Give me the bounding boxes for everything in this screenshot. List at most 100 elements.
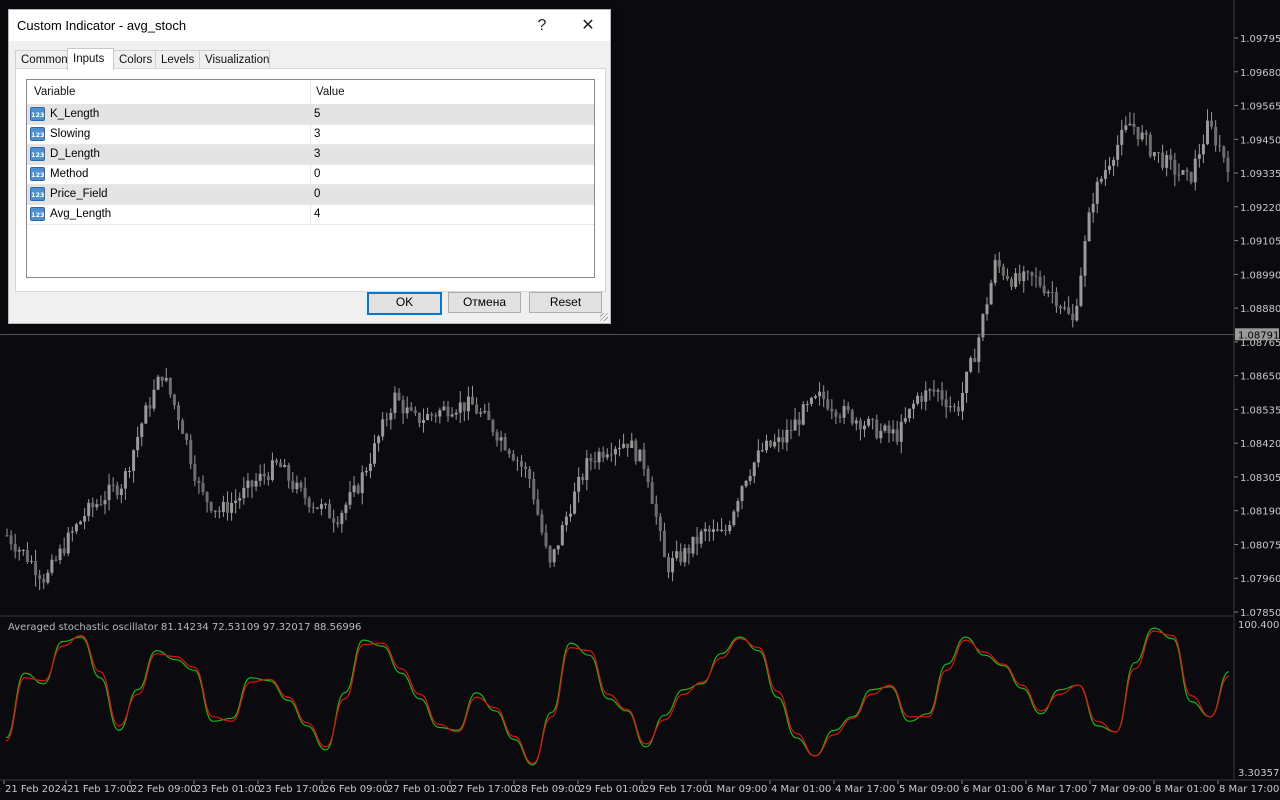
candle-body [1079, 275, 1083, 306]
candle-body [1181, 170, 1185, 175]
candle-body [1059, 306, 1062, 309]
tab-visualization[interactable]: Visualization [199, 50, 270, 69]
candle-body [25, 549, 29, 562]
candle-body [687, 548, 691, 554]
candle-body [397, 392, 401, 400]
candle-body [217, 510, 221, 512]
candle-body [1140, 132, 1144, 140]
variable-value[interactable]: 3 [314, 148, 320, 160]
candle-body [528, 469, 532, 479]
candle-body [393, 392, 397, 413]
table-row[interactable]: 123 Method 0 [27, 165, 594, 185]
ok-button[interactable]: OK [367, 292, 442, 315]
candle-body [936, 390, 940, 392]
variable-name: K_Length [50, 108, 100, 120]
close-button[interactable]: ✕ [577, 15, 599, 37]
candle-body [581, 476, 585, 481]
table-row[interactable]: 123 Slowing 3 [27, 125, 594, 145]
candle-body [1108, 165, 1111, 171]
candle-body [1120, 129, 1124, 145]
candle-body [724, 529, 728, 532]
variable-value[interactable]: 4 [314, 208, 320, 220]
candle-body [948, 406, 952, 408]
candle-body [707, 528, 711, 532]
reset-button[interactable]: Reset [529, 292, 602, 313]
candle-body [1071, 313, 1075, 321]
candle-body [287, 465, 291, 481]
price-tick-label: 1.08535 [1240, 405, 1280, 416]
tab-levels[interactable]: Levels [155, 50, 200, 69]
candle-body [413, 410, 417, 413]
candle-body [1210, 120, 1214, 127]
table-row[interactable]: 123 Avg_Length 4 [27, 205, 594, 225]
candle-body [850, 410, 854, 424]
candle-body [662, 530, 666, 558]
resize-grip-icon[interactable] [600, 313, 608, 321]
candle-body [438, 410, 442, 417]
candle-body [193, 464, 197, 481]
candle-body [891, 429, 895, 434]
candle-body [809, 397, 813, 404]
candle-body [944, 399, 948, 408]
candle-body [720, 529, 724, 531]
current-price-label: 1.08791 [1238, 330, 1279, 341]
candle-body [654, 503, 658, 517]
tab-inputs[interactable]: Inputs [67, 48, 114, 70]
tab-common[interactable]: Common [15, 50, 68, 69]
price-tick-label: 1.08190 [1240, 507, 1280, 518]
candle-body [270, 460, 274, 480]
candle-body [1161, 152, 1165, 168]
variable-value[interactable]: 3 [314, 128, 320, 140]
candle-body [91, 502, 95, 508]
variable-value[interactable]: 0 [314, 168, 320, 180]
column-value[interactable]: Value [316, 86, 345, 98]
candle-body [520, 461, 523, 467]
column-variable[interactable]: Variable [34, 86, 75, 98]
candle-body [507, 450, 511, 455]
candle-body [1112, 159, 1116, 166]
help-button[interactable]: ? [531, 15, 553, 37]
candle-body [324, 503, 327, 505]
candle-body [748, 476, 752, 481]
candle-body [752, 462, 756, 477]
dialog-titlebar[interactable]: Custom Indicator - avg_stoch ? ✕ [9, 10, 610, 41]
candle-body [70, 531, 74, 533]
candle-body [1022, 271, 1026, 282]
candle-body [95, 504, 99, 508]
candle-body [1152, 152, 1156, 157]
candle-body [1197, 154, 1201, 159]
price-tick-label: 1.07960 [1240, 574, 1280, 585]
candle-body [79, 521, 82, 525]
candle-body [360, 472, 364, 494]
candle-body [822, 391, 826, 400]
candle-body [1132, 123, 1136, 127]
table-row[interactable]: 123 Price_Field 0 [27, 185, 594, 205]
cancel-button[interactable]: Отмена [448, 292, 521, 313]
candle-body [177, 405, 180, 421]
candle-body [111, 484, 115, 486]
candle-body [961, 392, 964, 412]
table-row[interactable]: 123 K_Length 5 [27, 105, 594, 125]
candle-body [711, 529, 715, 532]
candle-body [846, 405, 850, 411]
variable-value[interactable]: 0 [314, 188, 320, 200]
candle-body [1103, 170, 1107, 179]
indicator-dialog: Custom Indicator - avg_stoch ? ✕ Common … [8, 9, 611, 324]
candle-body [879, 430, 883, 439]
variable-value[interactable]: 5 [314, 108, 320, 120]
candle-body [136, 436, 140, 451]
candle-body [1001, 266, 1005, 276]
candle-body [993, 259, 997, 283]
tab-colors[interactable]: Colors [113, 50, 156, 69]
candle-body [332, 518, 336, 523]
table-row[interactable]: 123 D_Length 3 [27, 145, 594, 165]
candle-body [1189, 171, 1193, 183]
candle-body [471, 396, 474, 405]
candle-body [54, 559, 58, 561]
candle-body [642, 449, 646, 469]
time-tick-label: 6 Mar 01:00 [963, 784, 1023, 795]
candle-body [801, 404, 805, 425]
candle-body [450, 414, 454, 417]
oscillator-title: Averaged stochastic oscillator 81.14234 … [8, 622, 361, 633]
candle-body [356, 485, 360, 494]
